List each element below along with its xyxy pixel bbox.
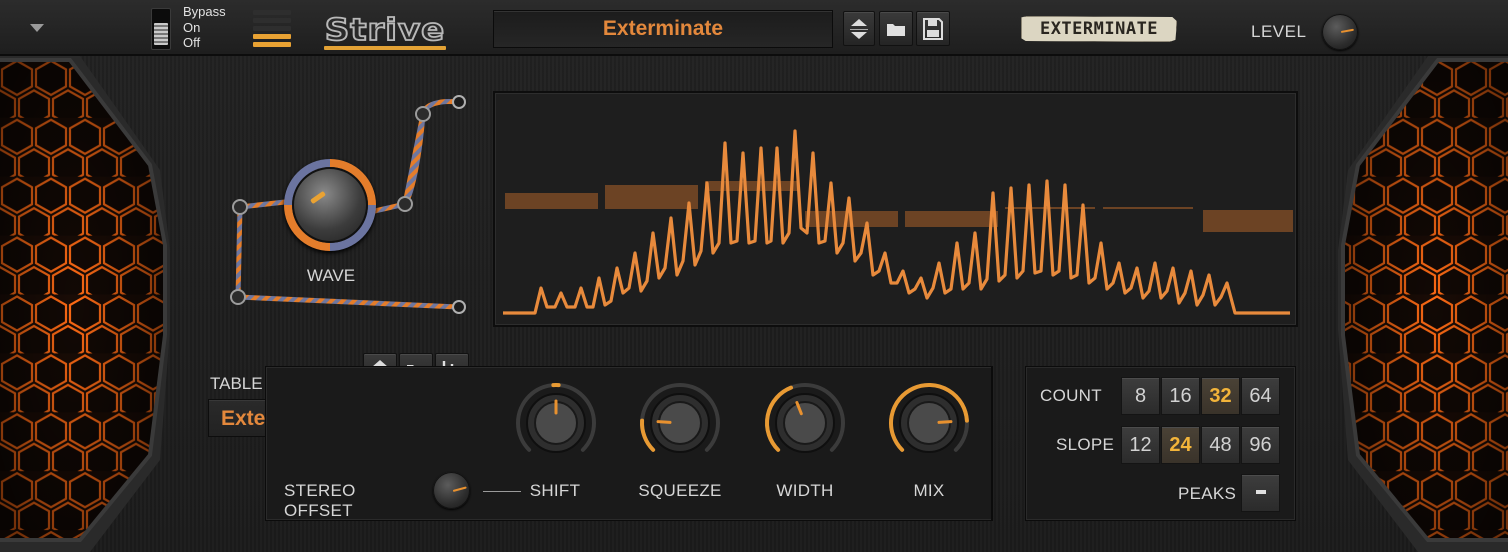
width-knob[interactable] bbox=[762, 380, 848, 466]
count-option-16[interactable]: 16 bbox=[1161, 377, 1200, 415]
mix-knob[interactable] bbox=[886, 380, 972, 466]
count-option-8[interactable]: 8 bbox=[1121, 377, 1160, 415]
stereo-offset-knob[interactable] bbox=[433, 472, 470, 509]
wave-knob[interactable] bbox=[284, 159, 376, 251]
preset-folder-button[interactable] bbox=[879, 11, 913, 46]
stereo-offset-label: STEREO OFFSET bbox=[284, 481, 356, 520]
logo-text: Strive bbox=[324, 11, 446, 49]
equalizer-icon[interactable] bbox=[253, 10, 291, 50]
menu-arrow-icon[interactable] bbox=[30, 24, 44, 32]
peaks-toggle[interactable] bbox=[1241, 474, 1280, 512]
count-option-32[interactable]: 32 bbox=[1201, 377, 1240, 415]
off-label: Off bbox=[183, 35, 201, 50]
squeeze-label: SQUEEZE bbox=[638, 481, 722, 500]
on-label: On bbox=[183, 19, 201, 35]
slope-label: SLOPE bbox=[1056, 435, 1115, 454]
level-knob[interactable] bbox=[1322, 14, 1358, 50]
preset-save-button[interactable] bbox=[916, 11, 950, 46]
preset-tag: EXTERMINATE bbox=[1021, 16, 1177, 42]
count-option-64[interactable]: 64 bbox=[1241, 377, 1280, 415]
up-arrow-icon bbox=[851, 18, 867, 26]
down-arrow-icon bbox=[851, 31, 867, 39]
shift-label: SHIFT bbox=[529, 481, 581, 500]
wave-label: WAVE bbox=[306, 266, 356, 285]
bypass-switch[interactable] bbox=[151, 8, 171, 50]
left-hex-grille bbox=[0, 0, 170, 552]
bypass-label: Bypass bbox=[183, 4, 226, 19]
mix-label: MIX bbox=[913, 481, 945, 500]
shift-knob[interactable] bbox=[513, 380, 599, 466]
squeeze-knob[interactable] bbox=[637, 380, 723, 466]
preset-name-display[interactable]: Exterminate bbox=[493, 10, 833, 48]
width-label: WIDTH bbox=[776, 481, 834, 500]
peaks-label: PEAKS bbox=[1178, 484, 1237, 503]
slope-option-96[interactable]: 96 bbox=[1241, 426, 1280, 464]
minus-icon bbox=[1256, 490, 1266, 494]
save-icon bbox=[923, 17, 943, 40]
slope-option-12[interactable]: 12 bbox=[1121, 426, 1160, 464]
right-hex-grille bbox=[1338, 0, 1508, 552]
slice-bars bbox=[505, 181, 1293, 232]
table-label: TABLE bbox=[210, 374, 263, 393]
plugin-window: Bypass On Off Strive Exterminate EXTERMI… bbox=[0, 0, 1508, 552]
header-bar: Bypass On Off Strive Exterminate EXTERMI… bbox=[0, 0, 1508, 56]
level-label: LEVEL bbox=[1251, 22, 1307, 41]
logo: Strive bbox=[318, 10, 452, 50]
bypass-labels: Bypass On Off bbox=[183, 4, 226, 51]
preset-prev-next-button[interactable] bbox=[843, 11, 875, 46]
slope-option-24[interactable]: 24 bbox=[1161, 426, 1200, 464]
slope-option-48[interactable]: 48 bbox=[1201, 426, 1240, 464]
spectrum-display[interactable] bbox=[493, 91, 1298, 327]
folder-icon bbox=[887, 23, 905, 36]
count-label: COUNT bbox=[1040, 386, 1102, 405]
